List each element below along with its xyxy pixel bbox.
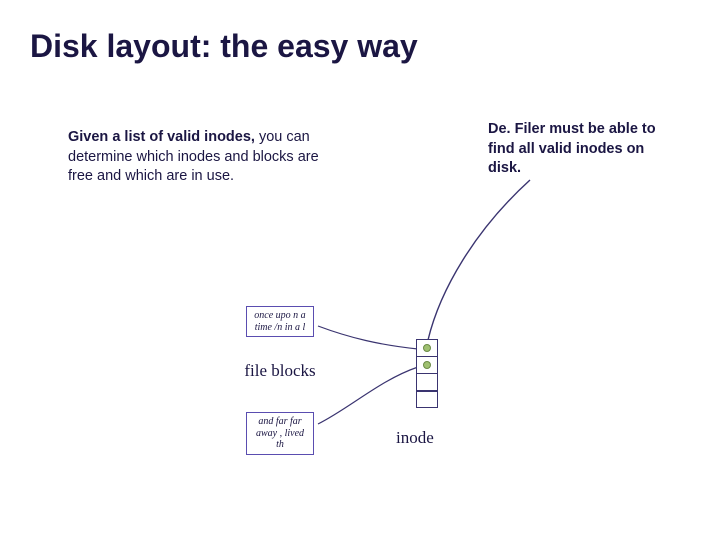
inode-pointer-dot <box>423 344 431 352</box>
inode-pointer-dot <box>423 361 431 369</box>
left-explanation: Given a list of valid inodes, you can de… <box>68 128 328 187</box>
connector-lines <box>0 0 720 540</box>
file-block-snippet-2: and far far away , lived th <box>246 412 314 455</box>
right-requirement: De. Filer must be able to find all valid… <box>488 120 678 179</box>
left-explanation-bold: Given a list of valid inodes, <box>68 129 255 145</box>
inode-label: inode <box>396 428 434 448</box>
inode-column <box>416 340 438 408</box>
file-blocks-label: file blocks <box>238 362 322 381</box>
inode-cell-1 <box>416 356 438 374</box>
inode-cell-3 <box>416 390 438 408</box>
file-block-snippet-1: once upo n a time /n in a l <box>246 306 314 337</box>
inode-cell-0 <box>416 339 438 357</box>
slide-title: Disk layout: the easy way <box>30 28 418 65</box>
inode-cell-2 <box>416 373 438 391</box>
